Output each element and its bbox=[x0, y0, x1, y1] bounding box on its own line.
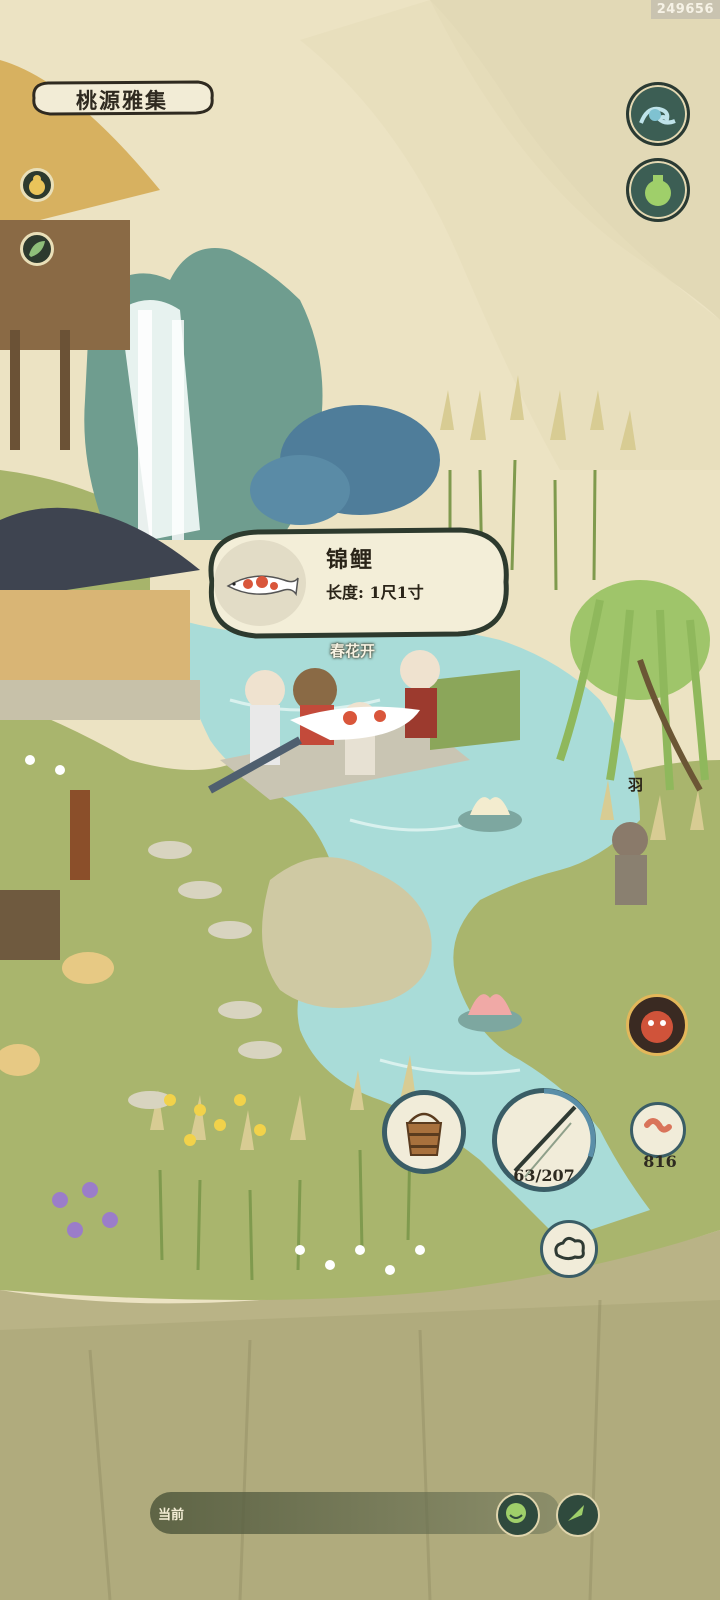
npc-name-label-right: 羽 bbox=[628, 776, 644, 794]
gourd-icon[interactable] bbox=[20, 168, 54, 202]
wave-icon[interactable] bbox=[626, 82, 690, 146]
jar-icon[interactable] bbox=[626, 158, 690, 222]
bucket-icon bbox=[405, 1112, 443, 1156]
catch-info-popup: 锦鲤 长度: 1尺1寸 bbox=[198, 524, 514, 642]
background-landscape bbox=[0, 0, 720, 1600]
bait-button[interactable] bbox=[630, 1102, 686, 1158]
fish-name: 锦鲤 bbox=[326, 547, 375, 573]
bucket-button[interactable] bbox=[382, 1090, 466, 1174]
npc-name-label: 春花开 bbox=[330, 642, 376, 660]
build-id-badge: 249656 bbox=[650, 0, 720, 19]
fish-length: 长度: 1尺1寸 bbox=[326, 583, 424, 602]
feather-pen-icon[interactable] bbox=[556, 1493, 600, 1537]
cloud-button[interactable] bbox=[540, 1220, 598, 1278]
location-title-banner: 桃源雅集 bbox=[28, 78, 216, 118]
koi-fish-icon bbox=[226, 575, 299, 597]
smile-icon[interactable] bbox=[496, 1493, 540, 1537]
cloud-icon bbox=[554, 1236, 585, 1261]
leaf-icon[interactable] bbox=[20, 232, 54, 266]
monster-face-icon[interactable] bbox=[626, 994, 688, 1056]
game-scene[interactable]: 249656 桃源雅集 锦鲤 长度: 1尺1寸 春花开 羽 63/207 816… bbox=[0, 0, 720, 1600]
fish-image-plate bbox=[214, 540, 306, 626]
current-label: 当前 bbox=[158, 1508, 185, 1523]
worm-bait-icon bbox=[644, 1118, 672, 1133]
location-title: 桃源雅集 bbox=[76, 88, 168, 113]
bait-count: 816 bbox=[643, 1152, 677, 1171]
rod-durability-text: 63/207 bbox=[513, 1166, 575, 1185]
